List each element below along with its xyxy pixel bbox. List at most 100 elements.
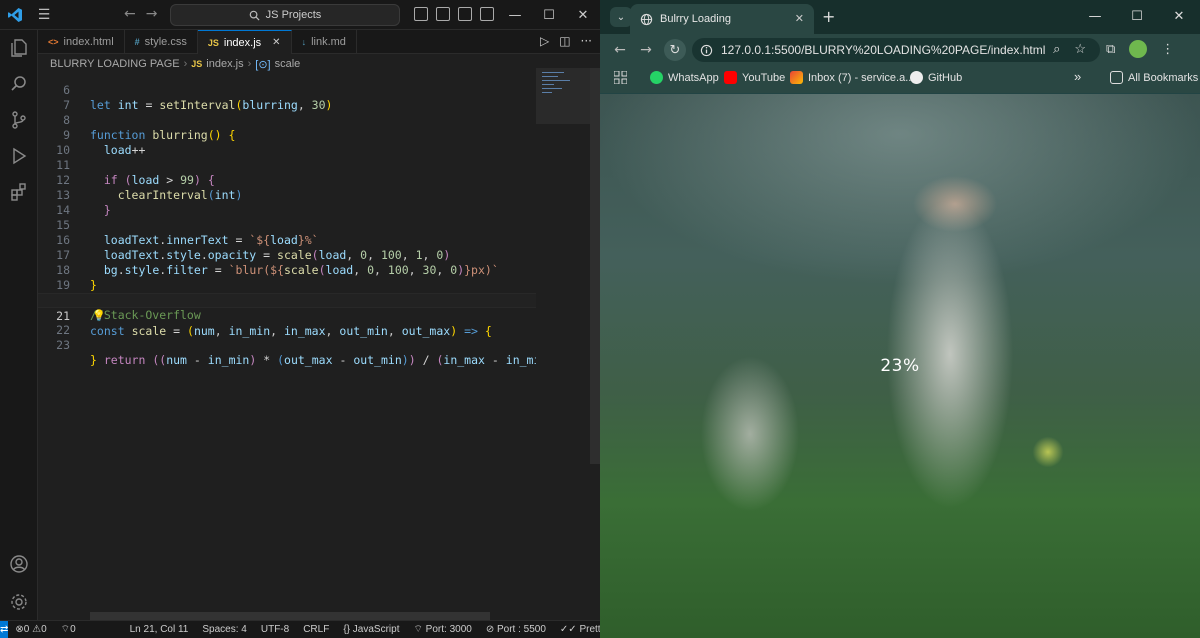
js-file-icon: JS: [207, 37, 219, 48]
zoom-icon[interactable]: ⌕: [1053, 41, 1060, 57]
line-number: 23: [56, 338, 70, 352]
bookmark-github[interactable]: GitHub: [910, 71, 962, 84]
tab-link-md[interactable]: ↓ link.md: [292, 30, 357, 54]
minimap[interactable]: [536, 68, 590, 124]
explorer-icon[interactable]: [7, 36, 31, 60]
browser-tab[interactable]: Bulrry Loading ✕: [630, 4, 814, 34]
code-line: 11 if (load > 99) {: [38, 143, 536, 187]
browser-tab-title: Bulrry Loading: [660, 13, 731, 25]
menu-icon[interactable]: ☰: [30, 0, 58, 30]
close-icon[interactable]: ✕: [1158, 0, 1200, 32]
menu-kebab-icon[interactable]: ⋮: [1161, 42, 1174, 57]
globe-icon: [640, 13, 653, 25]
address-bar[interactable]: 127.0.0.1:5500/BLURRY%20LOADING%20PAGE/i…: [692, 38, 1100, 62]
extensions-puzzle-icon[interactable]: ⧉: [1106, 42, 1115, 57]
code-line: 12 clearInterval(int): [38, 158, 536, 202]
minimap-line: [542, 72, 564, 73]
encoding[interactable]: UTF-8: [254, 624, 296, 635]
language-mode[interactable]: {} JavaScript: [336, 624, 406, 635]
bookmark-label: YouTube: [742, 71, 786, 84]
bookmark-gmail[interactable]: Inbox (7) - service.a...: [790, 71, 914, 84]
lightbulb-icon[interactable]: 💡: [92, 308, 106, 323]
code-line: 18 }: [38, 248, 536, 292]
loading-percentage: 23%: [880, 356, 920, 376]
run-icon[interactable]: ▷: [540, 34, 549, 48]
back-arrow-icon[interactable]: ←: [124, 6, 136, 22]
search-view-icon[interactable]: [7, 72, 31, 96]
indentation[interactable]: Spaces: 4: [195, 624, 253, 635]
accounts-icon[interactable]: [7, 552, 31, 576]
toggle-secondary-sidebar-icon[interactable]: [458, 7, 472, 21]
run-debug-icon[interactable]: [7, 144, 31, 168]
live-server-port[interactable]: ⊘ Port : 5500: [479, 624, 553, 635]
minimap-line: [542, 80, 570, 81]
new-tab-plus-icon[interactable]: +: [822, 7, 835, 26]
bookmarks-bar: WhatsApp YouTube Inbox (7) - service.a..…: [600, 66, 1200, 94]
minimap-line: [542, 84, 554, 85]
url-text: 127.0.0.1:5500/BLURRY%20LOADING%20PAGE/i…: [721, 43, 1046, 57]
extensions-icon[interactable]: [7, 180, 31, 204]
source-control-icon[interactable]: [7, 108, 31, 132]
minimize-icon[interactable]: —: [498, 0, 532, 30]
apps-grid-icon[interactable]: [614, 71, 627, 84]
horizontal-scrollbar[interactable]: [90, 612, 490, 620]
command-center-search[interactable]: JS Projects: [170, 4, 400, 26]
maximize-icon[interactable]: ☐: [1116, 0, 1158, 32]
code-line: 7: [38, 83, 536, 112]
end-of-line[interactable]: CRLF: [296, 624, 336, 635]
gmail-icon: [790, 71, 803, 84]
code-line: 20 //Stack-Overflow: [38, 278, 536, 322]
code-line: 23 }: [38, 323, 536, 367]
vscode-logo-icon: [0, 0, 30, 30]
tab-index-html[interactable]: <> index.html: [38, 30, 125, 54]
settings-gear-icon[interactable]: [7, 590, 31, 614]
code-text: }: [90, 353, 97, 367]
bookmark-star-icon[interactable]: ☆: [1074, 41, 1086, 57]
tab-label: index.html: [63, 36, 114, 48]
all-bookmarks[interactable]: All Bookmarks: [1110, 71, 1198, 84]
tab-index-js[interactable]: JS index.js ✕: [197, 30, 292, 54]
code-line: 9 load++: [38, 113, 536, 157]
bookmark-youtube[interactable]: YouTube: [724, 71, 785, 84]
ports-indicator[interactable]: ⌔0: [54, 623, 83, 636]
more-bookmarks-chevron-icon[interactable]: »: [1074, 69, 1081, 84]
profile-avatar[interactable]: [1129, 40, 1148, 58]
language-label: JavaScript: [352, 624, 400, 635]
tab-search-chevron-icon[interactable]: ⌄: [610, 7, 632, 27]
remote-indicator-icon[interactable]: ⇄: [0, 620, 9, 638]
code-line: 14: [38, 188, 536, 217]
close-icon[interactable]: ✕: [566, 0, 600, 30]
minimize-icon[interactable]: —: [1074, 0, 1116, 32]
customize-layout-icon[interactable]: [480, 7, 494, 21]
activity-bar: [0, 30, 38, 620]
github-icon: [910, 71, 923, 84]
page-viewport: 23%: [600, 94, 1200, 638]
forward-arrow-icon[interactable]: →: [636, 40, 656, 60]
split-editor-icon[interactable]: ◫: [559, 34, 570, 48]
tab-style-css[interactable]: # style.css: [125, 30, 198, 54]
maximize-icon[interactable]: ☐: [532, 0, 566, 30]
tab-close-icon[interactable]: ✕: [272, 37, 280, 48]
vscode-titlebar: ☰ ← → JS Projects — ☐ ✕: [0, 0, 600, 30]
toggle-primary-sidebar-icon[interactable]: [414, 7, 428, 21]
code-text: return ((num - in_min) * (out_max - out_…: [103, 353, 536, 367]
minimap-line: [542, 92, 552, 93]
bookmark-label: Inbox (7) - service.a...: [808, 71, 915, 84]
radio-tower-icon: ⌔: [413, 624, 423, 635]
double-check-icon: ✓✓: [559, 624, 577, 635]
reload-icon[interactable]: ↻: [664, 39, 686, 61]
problems-indicator[interactable]: ⊗0 ⚠0: [8, 624, 53, 635]
tab-close-icon[interactable]: ✕: [795, 12, 804, 25]
cursor-position[interactable]: Ln 21, Col 11: [123, 624, 196, 635]
vertical-scrollbar[interactable]: [590, 68, 600, 464]
bookmark-whatsapp[interactable]: WhatsApp: [650, 71, 719, 84]
forward-arrow-icon[interactable]: →: [146, 6, 158, 22]
site-info-icon[interactable]: [700, 44, 713, 57]
code-editor[interactable]: 6 let int = setInterval(blurring, 30) 7 …: [38, 68, 536, 608]
more-actions-icon[interactable]: ···: [581, 34, 592, 48]
port-3000[interactable]: ⌔ Port: 3000: [406, 623, 478, 636]
browser-window: ⌄ Bulrry Loading ✕ + — ☐ ✕ ← → ↻ 127.0.0…: [600, 0, 1200, 638]
braces-icon: {}: [343, 624, 351, 635]
toggle-panel-icon[interactable]: [436, 7, 450, 21]
back-arrow-icon[interactable]: ←: [610, 40, 630, 60]
